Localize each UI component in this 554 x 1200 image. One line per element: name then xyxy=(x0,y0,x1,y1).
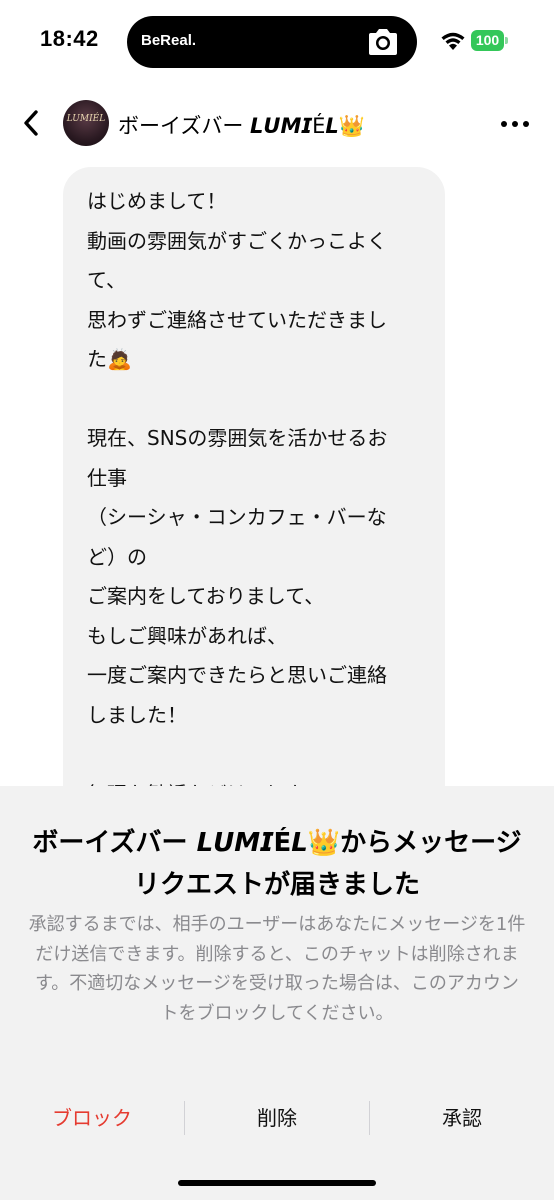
message-line: ど）の xyxy=(87,544,147,569)
message-line: 一度ご案内できたらと思いご連絡 xyxy=(87,663,387,687)
message-line: （シーシャ・コンカフェ・バーな xyxy=(87,505,387,529)
message-line: はじめまして！ xyxy=(87,189,227,213)
avatar-text: LUMIÉL xyxy=(66,114,106,124)
chat-header: LUMIÉL ボーイズバー 𝙇𝙐𝙈𝙄É𝙇👑 xyxy=(0,86,554,160)
avatar[interactable]: LUMIÉL xyxy=(63,100,109,146)
battery-level: 100 xyxy=(475,32,500,48)
message-line xyxy=(87,380,432,420)
message-line xyxy=(87,735,432,775)
message-line: 動画の雰囲気がすごくかっこよく xyxy=(87,228,387,253)
message-line: 思わずご連絡させていただきまし xyxy=(87,307,387,332)
status-bar: 18:42 BeReal. 100 xyxy=(0,0,554,86)
more-icon[interactable] xyxy=(500,120,530,128)
delete-button[interactable]: 削除 xyxy=(185,1096,369,1140)
battery-icon: 100 xyxy=(471,30,508,51)
message-line: しました！ xyxy=(87,702,187,727)
home-indicator[interactable] xyxy=(178,1180,376,1186)
status-time: 18:42 xyxy=(40,26,99,51)
block-button[interactable]: ブロック xyxy=(0,1096,184,1140)
camera-icon xyxy=(369,29,397,55)
chat-title[interactable]: ボーイズバー 𝙇𝙐𝙈𝙄É𝙇👑 xyxy=(118,110,365,140)
request-actions: ブロック 削除 承認 xyxy=(0,1096,554,1140)
message-line: 現在、SNSの雰囲気を活かせるお xyxy=(87,426,388,450)
message-request-sheet: ボーイズバー 𝙇𝙐𝙈𝙄É𝙇👑からメッセージリクエストが届きました 承認するまでは… xyxy=(0,786,554,1200)
message-line: て、 xyxy=(87,268,126,292)
accept-button[interactable]: 承認 xyxy=(370,1096,554,1140)
message-line: ご案内をしておりまして、 xyxy=(87,584,325,608)
request-description: 承認するまでは、相手のユーザーはあなたにメッセージを1件だけ送信できます。削除す… xyxy=(28,914,526,1024)
island-brand: BeReal. xyxy=(141,32,197,49)
request-title: ボーイズバー 𝙇𝙐𝙈𝙄É𝙇👑からメッセージリクエストが届きました xyxy=(32,828,522,900)
message-line: た🙇 xyxy=(87,347,132,371)
wifi-icon xyxy=(441,32,465,50)
message-line: もしご興味があれば、 xyxy=(87,623,287,648)
dynamic-island: BeReal. xyxy=(127,16,417,68)
back-icon[interactable] xyxy=(18,106,46,140)
message-line: 仕事 xyxy=(87,465,127,490)
message-text: はじめまして！ 動画の雰囲気がすごくかっこよく て、思わずご連絡させていただきました… xyxy=(87,182,432,814)
